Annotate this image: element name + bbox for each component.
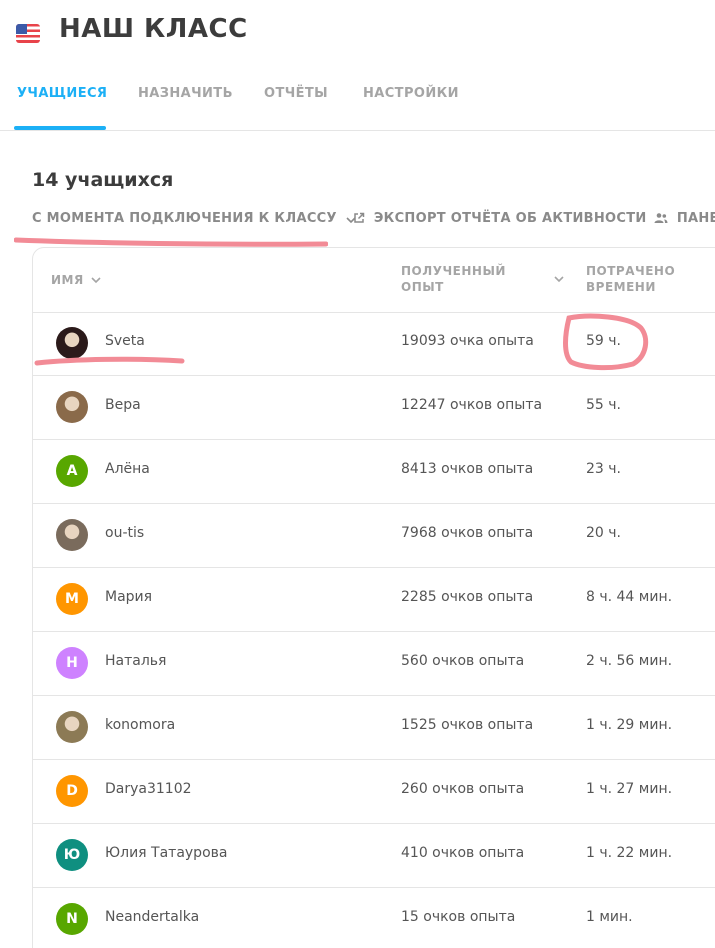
student-xp: 19093 очка опыта — [401, 333, 534, 349]
student-xp: 8413 очков опыта — [401, 461, 534, 477]
student-time: 1 ч. 29 мин. — [586, 717, 673, 733]
period-filter-label: С МОМЕНТА ПОДКЛЮЧЕНИЯ К КЛАССУ — [32, 211, 337, 226]
period-filter-dropdown[interactable]: С МОМЕНТА ПОДКЛЮЧЕНИЯ К КЛАССУ — [32, 211, 356, 226]
student-name: ou-tis — [105, 525, 145, 541]
avatar: D — [56, 775, 88, 807]
student-xp: 7968 очков опыта — [401, 525, 534, 541]
student-time: 23 ч. — [586, 461, 621, 477]
panel-button[interactable]: ПАНЕЛ — [654, 211, 715, 226]
table-row[interactable]: D Darya31102 260 очков опыта 1 ч. 27 мин. — [33, 760, 715, 824]
avatar — [56, 519, 88, 551]
column-header-xp-line1: ПОЛУЧЕННЫЙ — [401, 264, 506, 278]
table-row[interactable]: ou-tis 7968 очков опыта 20 ч. — [33, 504, 715, 568]
column-header-time-line1: ПОТРАЧЕНО — [586, 264, 676, 278]
table-row[interactable]: Н Наталья 560 очков опыта 2 ч. 56 мин. — [33, 632, 715, 696]
student-xp: 560 очков опыта — [401, 653, 525, 669]
student-xp: 260 очков опыта — [401, 781, 525, 797]
column-header-name[interactable]: ИМЯ — [51, 272, 101, 288]
student-name: Вера — [105, 397, 141, 413]
header: НАШ КЛАСС — [0, 0, 715, 64]
tab-reports[interactable]: ОТЧЁТЫ — [264, 86, 328, 101]
table-row[interactable]: Вера 12247 очков опыта 55 ч. — [33, 376, 715, 440]
student-name: Darya31102 — [105, 781, 192, 797]
flag-canton — [16, 24, 27, 34]
avatar: Ю — [56, 839, 88, 871]
external-link-icon — [354, 212, 365, 223]
tab-bar: УЧАЩИЕСЯ НАЗНАЧИТЬ ОТЧЁТЫ НАСТРОЙКИ — [0, 74, 715, 131]
student-name: Юлия Татаурова — [105, 845, 228, 861]
student-time: 1 ч. 22 мин. — [586, 845, 673, 861]
avatar: Н — [56, 647, 88, 679]
student-time: 20 ч. — [586, 525, 621, 541]
column-header-xp-line2: ОПЫТ — [401, 280, 444, 294]
student-name: Мария — [105, 589, 153, 605]
us-flag-icon[interactable] — [16, 24, 40, 43]
page-title: НАШ КЛАСС — [59, 14, 248, 44]
student-xp: 2285 очков опыта — [401, 589, 534, 605]
student-time: 1 мин. — [586, 909, 633, 925]
active-tab-indicator — [14, 126, 106, 130]
table-row[interactable]: N Neandertalka 15 очков опыта 1 мин. — [33, 888, 715, 948]
avatar — [56, 391, 88, 423]
column-header-time-line2: ВРЕМЕНИ — [586, 280, 656, 294]
student-count: 14 учащихся — [32, 169, 174, 191]
student-name: konomora — [105, 717, 176, 733]
panel-label: ПАНЕЛ — [676, 211, 715, 226]
chevron-down-icon — [91, 277, 101, 284]
tab-students[interactable]: УЧАЩИЕСЯ — [17, 86, 107, 101]
student-xp: 410 очков опыта — [401, 845, 525, 861]
student-time: 1 ч. 27 мин. — [586, 781, 673, 797]
student-xp: 15 очков опыта — [401, 909, 516, 925]
tab-assign[interactable]: НАЗНАЧИТЬ — [138, 86, 233, 101]
student-name: Наталья — [105, 653, 167, 669]
avatar: А — [56, 455, 88, 487]
export-activity-label: ЭКСПОРТ ОТЧЁТА ОБ АКТИВНОСТИ — [373, 211, 647, 226]
table-header: ИМЯ ПОЛУЧЕННЫЙ ОПЫТ ПОТРАЧЕНО ВРЕМЕНИ — [33, 248, 715, 313]
column-header-time[interactable]: ПОТРАЧЕНО ВРЕМЕНИ — [586, 263, 675, 295]
column-header-xp[interactable]: ПОЛУЧЕННЫЙ ОПЫТ — [401, 263, 506, 295]
student-xp: 12247 очков опыта — [401, 397, 543, 413]
avatar: М — [56, 583, 88, 615]
users-icon — [654, 213, 668, 223]
student-time: 59 ч. — [586, 333, 621, 349]
student-name: Sveta — [105, 333, 145, 349]
tab-settings[interactable]: НАСТРОЙКИ — [363, 86, 459, 101]
table-row[interactable]: А Алёна 8413 очков опыта 23 ч. — [33, 440, 715, 504]
student-time: 55 ч. — [586, 397, 621, 413]
table-toolbar: С МОМЕНТА ПОДКЛЮЧЕНИЯ К КЛАССУ ЭКСПОРТ О… — [32, 211, 715, 233]
table-row[interactable]: М Мария 2285 очков опыта 8 ч. 44 мин. — [33, 568, 715, 632]
table-row[interactable]: Ю Юлия Татаурова 410 очков опыта 1 ч. 22 ми… — [33, 824, 715, 888]
sort-chevron-icon[interactable] — [554, 275, 564, 283]
students-table: ИМЯ ПОЛУЧЕННЫЙ ОПЫТ ПОТРАЧЕНО ВРЕМЕНИ Sv… — [32, 247, 715, 948]
export-activity-button[interactable]: ЭКСПОРТ ОТЧЁТА ОБ АКТИВНОСТИ — [353, 211, 647, 226]
column-header-name-label: ИМЯ — [51, 273, 84, 287]
table-row[interactable]: konomora 1525 очков опыта 1 ч. 29 мин. — [33, 696, 715, 760]
student-time: 8 ч. 44 мин. — [586, 589, 673, 605]
student-time: 2 ч. 56 мин. — [586, 653, 673, 669]
page: НАШ КЛАСС УЧАЩИЕСЯ НАЗНАЧИТЬ ОТЧЁТЫ НАСТ… — [0, 0, 715, 948]
avatar: N — [56, 903, 88, 935]
avatar — [56, 327, 88, 359]
student-name: Neandertalka — [105, 909, 200, 925]
table-row[interactable]: Sveta 19093 очка опыта 59 ч. — [33, 312, 715, 376]
student-name: Алёна — [105, 461, 150, 477]
avatar — [56, 711, 88, 743]
student-xp: 1525 очков опыта — [401, 717, 534, 733]
